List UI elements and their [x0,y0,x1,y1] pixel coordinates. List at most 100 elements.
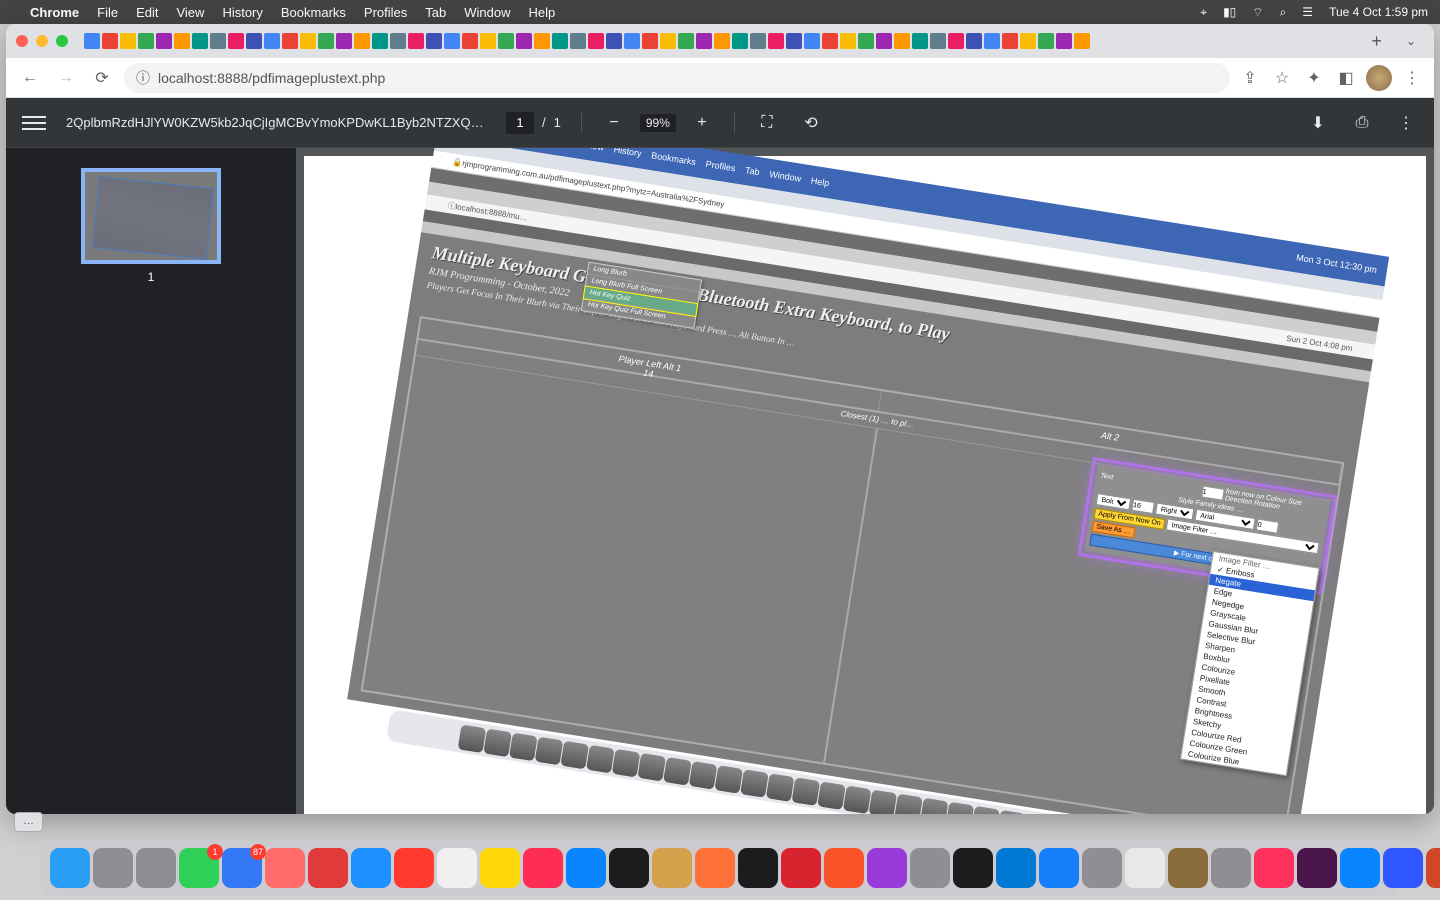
search-icon[interactable]: ⌕ [1280,5,1287,20]
dock-app-safari[interactable] [351,848,391,888]
tab-favicon[interactable] [192,33,208,49]
menu-edit[interactable]: Edit [136,5,158,20]
tab-favicon[interactable] [624,33,640,49]
back-button[interactable]: ← [16,64,44,92]
bookmark-star-icon[interactable]: ☆ [1270,66,1294,90]
print-button[interactable]: ⎙ [1350,111,1374,135]
profile-avatar[interactable] [1366,65,1392,91]
dock-app-photos[interactable] [265,848,305,888]
dock-app-calendar[interactable] [394,848,434,888]
dock-app-messages[interactable]: 1 [179,848,219,888]
tab-favicon[interactable] [228,33,244,49]
new-tab-button[interactable]: + [1361,31,1392,52]
sidepanel-icon[interactable]: ◧ [1334,66,1358,90]
dock-app-intellij[interactable] [1254,848,1294,888]
app-name[interactable]: Chrome [30,5,79,20]
download-button[interactable]: ⬇ [1306,111,1330,135]
menu-bookmarks[interactable]: Bookmarks [281,5,346,20]
tab-favicon[interactable] [786,33,802,49]
tab-favicon[interactable] [678,33,694,49]
dock-app-podcasts[interactable] [867,848,907,888]
more-actions-button[interactable]: ⋮ [1394,111,1418,135]
sidebar-toggle-button[interactable] [22,111,46,135]
tab-favicon[interactable] [642,33,658,49]
tab-favicon[interactable] [102,33,118,49]
tab-favicon[interactable] [498,33,514,49]
dock-app-settings[interactable] [910,848,950,888]
tab-favicon[interactable] [750,33,766,49]
tab-favicon[interactable] [768,33,784,49]
tab-favicon[interactable] [138,33,154,49]
dock-app-tv[interactable] [609,848,649,888]
tab-favicon[interactable] [282,33,298,49]
tab-favicon[interactable] [804,33,820,49]
tab-favicon[interactable] [876,33,892,49]
tab-favicon[interactable] [444,33,460,49]
wifi-icon[interactable]: ⌔ [1252,5,1263,20]
tab-favicon[interactable] [210,33,226,49]
dock-app-terminal[interactable] [953,848,993,888]
menu-window[interactable]: Window [464,5,510,20]
tab-favicon[interactable] [588,33,604,49]
tab-favicon[interactable] [372,33,388,49]
tab-favicon[interactable] [930,33,946,49]
tab-favicon[interactable] [660,33,676,49]
tab-favicon[interactable] [516,33,532,49]
tab-favicon[interactable] [1056,33,1072,49]
menu-tab[interactable]: Tab [425,5,446,20]
tab-favicon[interactable] [948,33,964,49]
dock-app-appstore[interactable] [566,848,606,888]
dock-app-palette[interactable] [652,848,692,888]
tab-favicon[interactable] [1020,33,1036,49]
dock-app-mamp[interactable] [1340,848,1380,888]
tab-favicon[interactable] [966,33,982,49]
dock-app-textedit[interactable] [1125,848,1165,888]
tab-favicon[interactable] [462,33,478,49]
tab-favicon[interactable] [696,33,712,49]
tab-favicon[interactable] [1074,33,1090,49]
tab-favicon[interactable] [408,33,424,49]
tab-favicon[interactable] [822,33,838,49]
site-info-icon[interactable]: ⓘ [136,68,150,88]
bluetooth-icon[interactable]: ⌖ [1200,5,1207,20]
dock-app-opera[interactable] [308,848,348,888]
tab-favicon[interactable] [1002,33,1018,49]
page-number-input[interactable] [506,112,534,134]
tab-favicon[interactable] [120,33,136,49]
extensions-icon[interactable]: ✦ [1302,66,1326,90]
menu-view[interactable]: View [176,5,204,20]
menu-history[interactable]: History [222,5,262,20]
rotate-button[interactable]: ⟲ [799,111,823,135]
kebab-menu-icon[interactable]: ⋮ [1400,66,1424,90]
tab-favicon[interactable] [246,33,262,49]
tab-favicon[interactable] [984,33,1000,49]
pdf-page-area[interactable]: Chrome File Edit View History Bookmarks … [296,148,1434,814]
tab-favicon[interactable] [318,33,334,49]
fit-page-button[interactable]: ⛶ [755,111,779,135]
close-window-button[interactable] [16,35,28,47]
zoom-out-button[interactable]: − [602,111,626,135]
battery-icon[interactable]: ▮▯ [1223,5,1236,19]
dock-app-vscode[interactable] [996,848,1036,888]
dock-app-slack[interactable] [1297,848,1337,888]
dock-app-music[interactable] [523,848,563,888]
dock-app-settings[interactable] [1211,848,1251,888]
page-thumbnail[interactable] [81,168,221,264]
menu-help[interactable]: Help [529,5,556,20]
dock-app-launchpad[interactable] [93,848,133,888]
dock-app-gimp[interactable] [1168,848,1208,888]
tab-favicon[interactable] [714,33,730,49]
tab-favicon[interactable] [300,33,316,49]
tab-favicon[interactable] [174,33,190,49]
dock-app-settings[interactable] [136,848,176,888]
dock-app-filezilla[interactable] [781,848,821,888]
tab-favicon[interactable] [912,33,928,49]
minimize-window-button[interactable] [36,35,48,47]
dock-app-terminal[interactable] [738,848,778,888]
dock-app-mail[interactable]: 87 [222,848,262,888]
tab-favicon[interactable] [552,33,568,49]
zoom-in-button[interactable]: + [690,111,714,135]
tab-favicon[interactable] [156,33,172,49]
tab-favicon[interactable] [840,33,856,49]
dock-app-xcode[interactable] [1039,848,1079,888]
